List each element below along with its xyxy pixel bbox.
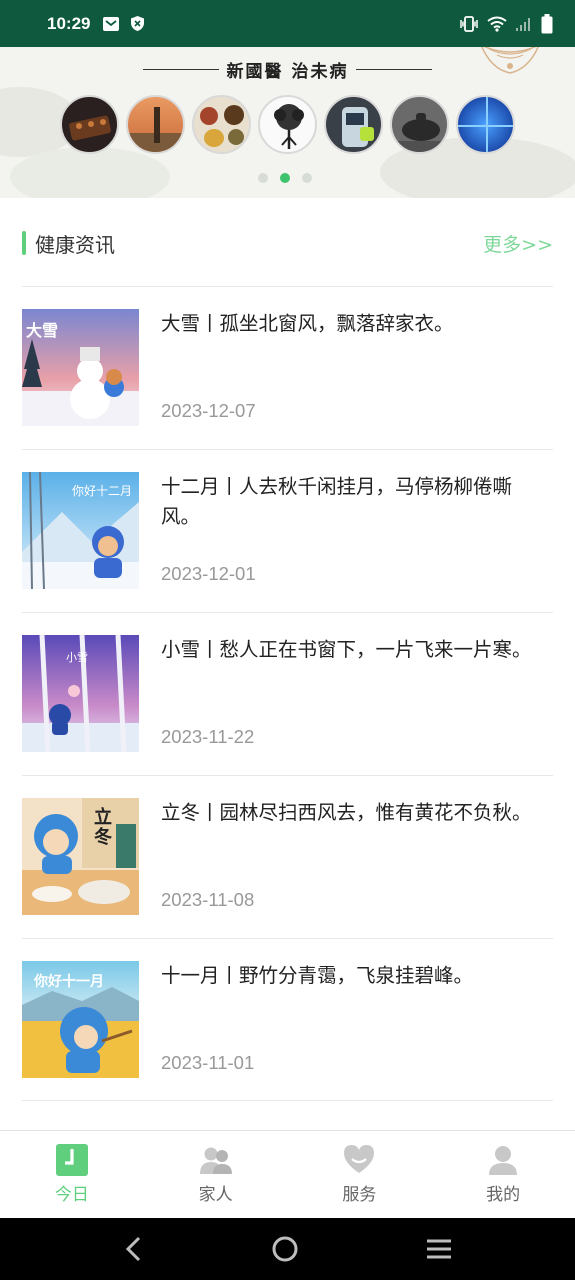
- thumbnail-caption: 小雪: [66, 651, 88, 664]
- news-list: 大雪 大雪丨孤坐北窗风，飘落辞家衣。 2023-12-07 你好十二月 十二月丨…: [22, 286, 553, 1101]
- news-thumbnail: 大雪: [22, 309, 139, 426]
- news-date: 2023-11-22: [161, 726, 255, 747]
- tab-label: 家人: [198, 1185, 233, 1205]
- status-bar: 10:29: [0, 0, 575, 47]
- signal-icon: [516, 17, 530, 31]
- spice-bowls-image: [192, 95, 251, 154]
- family-icon: [199, 1147, 232, 1174]
- news-title: 十二月丨人去秋千闲挂月，马停杨柳倦嘶风。: [161, 475, 513, 528]
- digital-grid-image: [456, 95, 515, 154]
- news-date: 2023-12-01: [161, 563, 256, 584]
- clock-icon: [55, 1144, 88, 1176]
- news-date: 2023-12-07: [161, 400, 256, 421]
- thumbnail-caption: 立冬: [94, 807, 112, 848]
- food-tray-image: [60, 95, 119, 154]
- thumbnail-caption: 你好十二月: [72, 484, 133, 498]
- carousel-dot-active[interactable]: [280, 173, 290, 183]
- wifi-icon: [487, 16, 507, 32]
- more-link[interactable]: 更多>>: [483, 230, 553, 257]
- news-thumbnail: 立冬: [22, 798, 139, 915]
- banner-divider: [356, 69, 433, 70]
- mail-icon: [103, 16, 120, 31]
- news-title: 小雪丨愁人正在书窗下，一片飞来一片寒。: [161, 638, 532, 661]
- thumbnail-caption: 你好十一月: [34, 974, 104, 990]
- bottom-tab-bar: 今日 家人 服务 我的: [0, 1130, 575, 1218]
- health-device-image: [324, 95, 383, 154]
- banner-divider: [142, 69, 219, 70]
- section-accent-bar: [22, 231, 26, 255]
- tab-profile[interactable]: 我的: [431, 1131, 575, 1218]
- news-title: 立冬丨园林尽扫西风去，惟有黄花不负秋。: [161, 801, 532, 824]
- tea-pot-image: [390, 95, 449, 154]
- hero-banner[interactable]: 新國醫 治未病: [0, 47, 575, 198]
- service-icon: [344, 1145, 375, 1173]
- recents-icon[interactable]: [425, 1237, 453, 1261]
- news-title: 大雪丨孤坐北窗风，飘落辞家衣。: [161, 312, 454, 335]
- news-date: 2023-11-08: [161, 889, 255, 910]
- system-nav-bar: [0, 1218, 575, 1280]
- tab-service[interactable]: 服务: [288, 1131, 432, 1218]
- carousel-dot[interactable]: [302, 173, 312, 183]
- home-icon[interactable]: [270, 1234, 300, 1264]
- banner-title: 新國醫 治未病: [226, 62, 349, 82]
- back-icon[interactable]: [122, 1235, 146, 1263]
- news-thumbnail: 你好十二月: [22, 472, 139, 589]
- news-date: 2023-11-01: [161, 1052, 255, 1073]
- section-title: 健康资讯: [35, 232, 115, 257]
- news-title: 十一月丨野竹分青霭，飞泉挂碧峰。: [161, 964, 474, 987]
- news-item[interactable]: 你好十一月 十一月丨野竹分青霭，飞泉挂碧峰。 2023-11-01: [22, 938, 553, 1101]
- news-item[interactable]: 大雪 大雪丨孤坐北窗风，飘落辞家衣。 2023-12-07: [22, 286, 553, 449]
- shield-icon: [131, 16, 145, 31]
- health-news-header: 健康资讯 更多>>: [22, 228, 553, 258]
- news-thumbnail: 你好十一月: [22, 961, 139, 1078]
- tab-family[interactable]: 家人: [144, 1131, 288, 1218]
- profile-icon: [489, 1146, 518, 1175]
- carousel-indicator: [258, 173, 312, 183]
- battery-icon: [541, 13, 553, 33]
- tree-figure-image: [258, 95, 317, 154]
- news-thumbnail: 小雪: [22, 635, 139, 752]
- news-item[interactable]: 立冬 立冬丨园林尽扫西风去，惟有黄花不负秋。 2023-11-08: [22, 775, 553, 938]
- tab-label: 今日: [54, 1185, 89, 1205]
- dna-figure-image: [126, 95, 185, 154]
- tab-label: 我的: [486, 1185, 521, 1205]
- status-time: 10:29: [47, 13, 91, 33]
- news-item[interactable]: 小雪 小雪丨愁人正在书窗下，一片飞来一片寒。 2023-11-22: [22, 612, 553, 775]
- vibrate-icon: [460, 15, 478, 32]
- news-item[interactable]: 你好十二月 十二月丨人去秋千闲挂月，马停杨柳倦嘶风。 2023-12-01: [22, 449, 553, 612]
- thumbnail-caption: 大雪: [26, 321, 59, 340]
- tab-today[interactable]: 今日: [0, 1131, 144, 1218]
- tab-label: 服务: [342, 1185, 377, 1205]
- banner-image-row: [60, 95, 515, 154]
- carousel-dot[interactable]: [258, 173, 268, 183]
